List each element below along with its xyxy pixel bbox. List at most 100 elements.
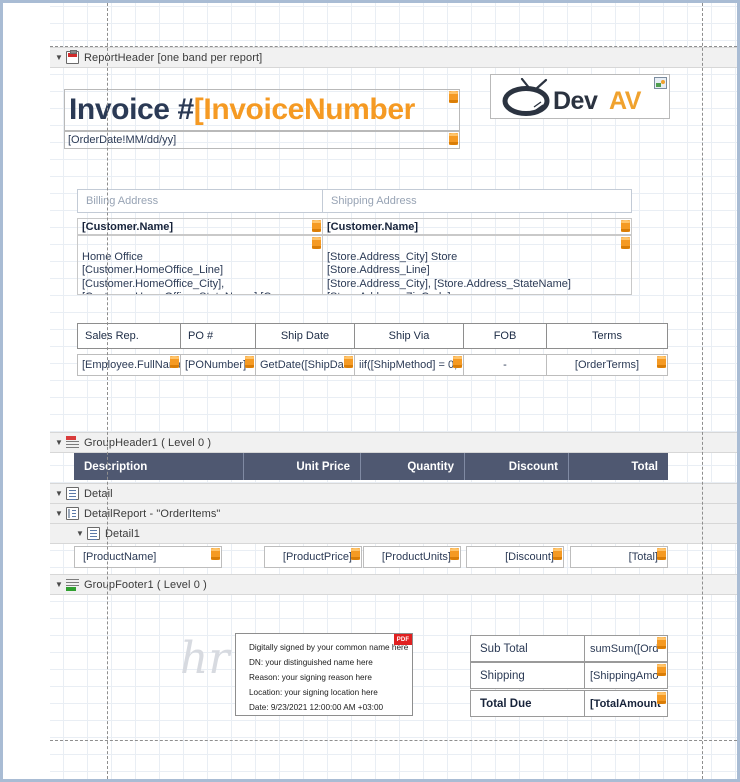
data-binding-marker-icon <box>211 548 220 560</box>
shipping-address-body-field[interactable]: [Store.Address_City] Store [Store.Addres… <box>322 235 632 295</box>
report-design-surface[interactable]: ▼ ReportHeader [one band per report] ▼ G… <box>50 3 737 779</box>
svg-text:AV: AV <box>609 87 642 115</box>
signature-line-1: Digitally signed by your common name her… <box>249 643 408 652</box>
collapse-caret-icon[interactable]: ▼ <box>52 438 66 447</box>
invoice-title-label[interactable]: Invoice # [InvoiceNumber <box>64 89 460 131</box>
collapse-caret-icon[interactable]: ▼ <box>73 529 87 538</box>
data-binding-marker-icon <box>657 637 666 649</box>
right-margin-guide <box>702 3 703 779</box>
billing-customer-name-field[interactable]: [Customer.Name] <box>77 218 323 235</box>
group-footer-icon <box>66 578 79 591</box>
detail-report-icon <box>66 507 79 520</box>
band-header-group-footer-1[interactable]: ▼ GroupFooter1 ( Level 0 ) <box>50 574 737 595</box>
salesrep-value-po-number[interactable]: [PONumber] <box>180 354 256 376</box>
data-binding-marker-icon <box>621 237 630 249</box>
devav-logo-icon: Dev AV <box>496 78 664 116</box>
digital-signature-box[interactable]: PDF Digitally signed by your common name… <box>235 633 413 716</box>
shipping-customer-name-text: [Customer.Name] <box>327 221 418 233</box>
shipping-customer-name-field[interactable]: [Customer.Name] <box>322 218 632 235</box>
band-label-group-header-1: GroupHeader1 ( Level 0 ) <box>84 437 211 449</box>
invoice-number-field: [InvoiceNumber <box>194 93 415 127</box>
billing-address-heading: Billing Address <box>77 189 323 213</box>
data-binding-marker-icon <box>344 356 353 368</box>
band-label-detail: Detail <box>84 488 113 500</box>
billing-address-body-text: Home Office [Customer.HomeOffice_Line] [… <box>82 251 277 296</box>
detail-cell-total[interactable]: [Total] <box>570 546 668 568</box>
band-label-report-header: ReportHeader [one band per report] <box>84 52 262 64</box>
left-gutter-top-fill <box>3 3 50 47</box>
detail-band-icon <box>66 487 79 500</box>
band-header-group-header-1[interactable]: ▼ GroupHeader1 ( Level 0 ) <box>50 432 737 453</box>
collapse-caret-icon[interactable]: ▼ <box>52 489 66 498</box>
data-binding-marker-icon <box>450 548 459 560</box>
collapse-caret-icon[interactable]: ▼ <box>52 509 66 518</box>
salesrep-header-ship-date: Ship Date <box>255 323 355 349</box>
data-binding-marker-icon <box>657 692 666 704</box>
salesrep-header-terms: Terms <box>546 323 668 349</box>
left-ruler-gutter <box>3 3 50 779</box>
items-header-unit-price: Unit Price <box>244 453 361 480</box>
totals-value-sub-total[interactable]: sumSum([Ord <box>584 635 668 662</box>
detail-cell-product-price[interactable]: [ProductPrice] <box>264 546 362 568</box>
salesrep-value-terms[interactable]: [OrderTerms] <box>546 354 668 376</box>
data-binding-marker-icon <box>621 220 630 232</box>
totals-label-shipping: Shipping <box>470 662 585 689</box>
items-header-total: Total <box>569 453 668 480</box>
shipping-address-heading: Shipping Address <box>322 189 632 213</box>
invoice-title-prefix: Invoice # <box>69 93 194 127</box>
items-header-discount: Discount <box>465 453 569 480</box>
items-header-description: Description <box>74 453 244 480</box>
detail-cell-product-units[interactable]: [ProductUnits] <box>363 546 461 568</box>
totals-value-total-due[interactable]: [TotalAmount <box>584 690 668 717</box>
band-label-detail-1: Detail1 <box>105 528 140 540</box>
totals-value-shipping[interactable]: [ShippingAmo <box>584 662 668 689</box>
salesrep-header-fob: FOB <box>463 323 547 349</box>
report-header-icon <box>66 51 79 64</box>
band-label-group-footer-1: GroupFooter1 ( Level 0 ) <box>84 579 207 591</box>
data-binding-marker-icon <box>351 548 360 560</box>
group-header-icon <box>66 436 79 449</box>
data-binding-marker-icon <box>453 356 462 368</box>
salesrep-value-ship-date[interactable]: GetDate([ShipDa <box>255 354 355 376</box>
signature-line-5: Date: 9/23/2021 12:00:00 AM +03:00 <box>249 703 383 712</box>
report-designer-window: ▼ ReportHeader [one band per report] ▼ G… <box>0 0 740 782</box>
signature-line-4: Location: your signing location here <box>249 688 378 697</box>
band-header-detail-1[interactable]: ▼ Detail1 <box>50 523 737 544</box>
salesrep-header-ship-via: Ship Via <box>354 323 464 349</box>
picture-box-marker-icon <box>654 77 667 89</box>
band-header-detail[interactable]: ▼ Detail <box>50 483 737 504</box>
data-binding-marker-icon <box>449 133 458 145</box>
collapse-caret-icon[interactable]: ▼ <box>52 580 66 589</box>
salesrep-header-sales-rep: Sales Rep. <box>77 323 181 349</box>
salesrep-value-sales-rep[interactable]: [Employee.FullName <box>77 354 181 376</box>
detail-cell-product-name[interactable]: [ProductName] <box>74 546 222 568</box>
data-binding-marker-icon <box>449 91 458 103</box>
signature-line-2: DN: your distinguished name here <box>249 658 373 667</box>
order-date-field[interactable]: [OrderDate!MM/dd/yy] <box>64 131 460 149</box>
data-binding-marker-icon <box>245 356 254 368</box>
billing-address-body-field[interactable]: Home Office [Customer.HomeOffice_Line] [… <box>77 235 323 295</box>
data-binding-marker-icon <box>657 548 666 560</box>
salesrep-value-ship-via[interactable]: iif([ShipMethod] = 0, 'G <box>354 354 464 376</box>
items-header-quantity: Quantity <box>361 453 465 480</box>
salesrep-value-fob[interactable]: - <box>463 354 547 376</box>
data-binding-marker-icon <box>657 356 666 368</box>
totals-label-total-due: Total Due <box>470 690 585 717</box>
signature-watermark: hr <box>180 633 229 684</box>
salesrep-header-po-number: PO # <box>180 323 256 349</box>
data-binding-marker-icon <box>553 548 562 560</box>
detail-cell-discount[interactable]: [Discount] <box>466 546 564 568</box>
detail-band-icon <box>87 527 100 540</box>
band-label-detail-report: DetailReport - "OrderItems" <box>84 508 220 520</box>
shipping-address-body-text: [Store.Address_City] Store [Store.Addres… <box>327 251 571 296</box>
band-header-detail-report[interactable]: ▼ DetailReport - "OrderItems" <box>50 503 737 524</box>
band-header-report-header[interactable]: ▼ ReportHeader [one band per report] <box>50 47 737 68</box>
signature-line-3: Reason: your signing reason here <box>249 673 372 682</box>
company-logo-image[interactable]: Dev AV <box>490 74 670 119</box>
collapse-caret-icon[interactable]: ▼ <box>52 53 66 62</box>
data-binding-marker-icon <box>170 356 179 368</box>
svg-text:Dev: Dev <box>553 87 598 115</box>
totals-label-sub-total: Sub Total <box>470 635 585 662</box>
data-binding-marker-icon <box>312 237 321 249</box>
billing-customer-name-text: [Customer.Name] <box>82 221 173 233</box>
